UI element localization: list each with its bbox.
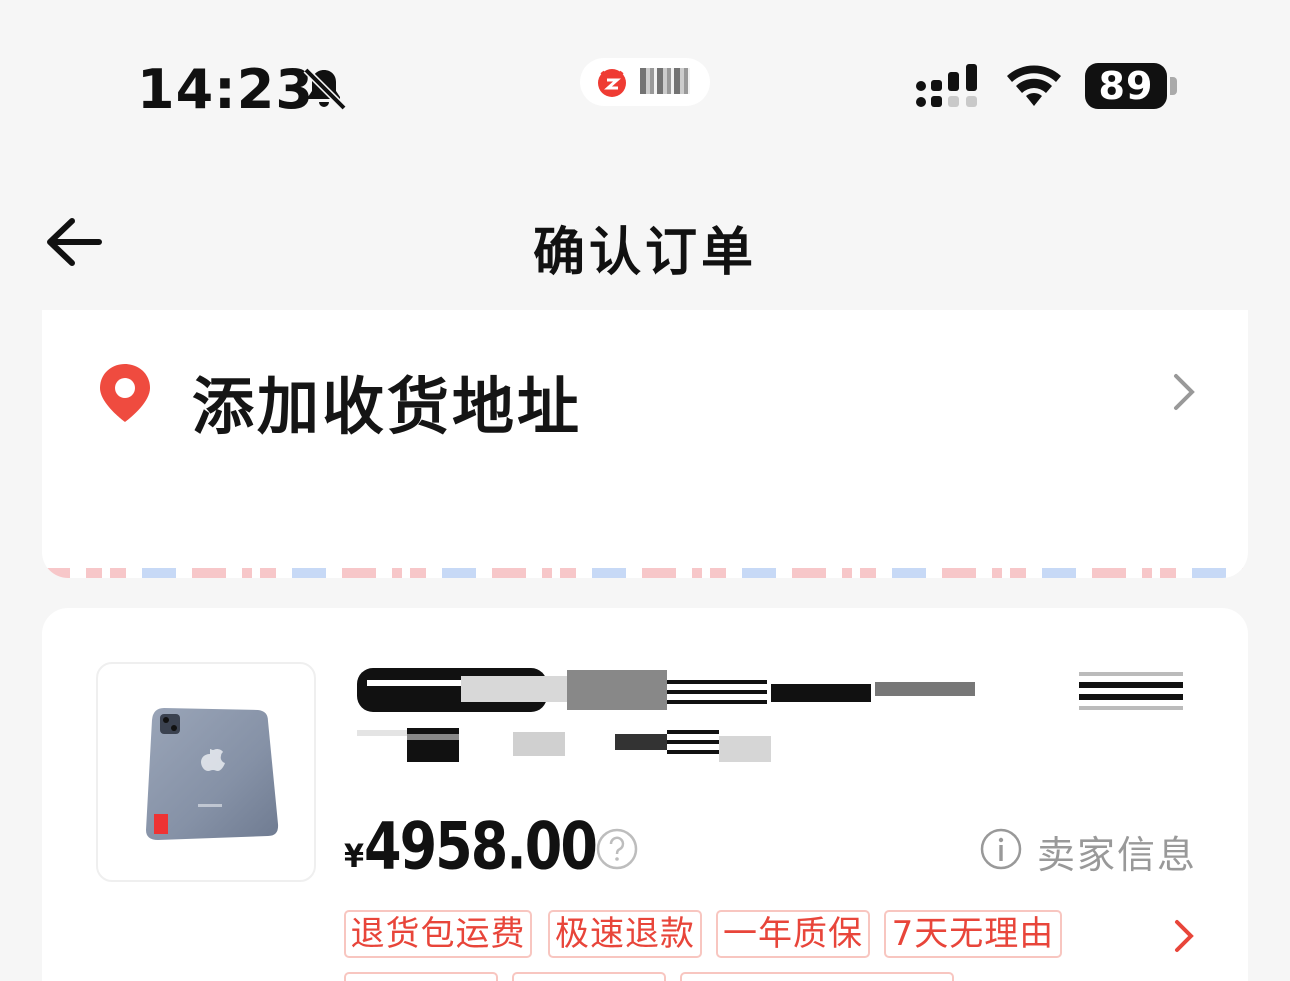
price-amount: 4958.00 [364,809,598,885]
redacted-product-title [357,668,1183,762]
status-bar: 14:23 89 [0,0,1290,160]
product-image[interactable] [96,662,316,882]
product-price: ¥4958.00 [344,809,598,885]
info-circle-icon [980,828,1022,870]
tablet-image [146,708,279,840]
page-title: 确认订单 [532,223,757,283]
wifi-icon [1007,65,1061,106]
seller-info-link[interactable]: 卖家信息 [1037,824,1197,879]
order-confirm-screen: 14:23 89 确认订单 添加收货地址 ¥4958.00 卖家信息 退货包运费… [0,0,1290,981]
signal-icon [916,64,977,107]
dynamic-island-pill[interactable] [580,58,710,106]
bell-slash-icon [303,67,347,111]
app-icon [598,69,626,97]
tag-row2-item [512,972,666,981]
location-pin-icon [100,364,150,422]
price-currency: ¥ [344,837,365,875]
chevron-right-icon[interactable] [1172,918,1196,954]
battery-icon: 89 [1085,63,1167,109]
chevron-right-icon [1174,374,1195,410]
tag-fast-refund: 极速退款 [548,910,702,958]
tag-seven-day-return: 7天无理由 [884,910,1062,958]
add-address-card[interactable]: 添加收货地址 [42,310,1248,578]
product-card: ¥4958.00 卖家信息 退货包运费 极速退款 一年质保 7天无理由 [42,608,1248,981]
status-time: 14:23 [137,58,314,121]
tag-row2-item [344,972,498,981]
airmail-border [42,568,1248,578]
battery-cap [1170,77,1177,95]
question-circle-icon[interactable] [596,828,638,870]
tag-one-year-warranty: 一年质保 [716,910,870,958]
tag-free-return-shipping: 退货包运费 [344,910,532,958]
add-address-label: 添加收货地址 [192,370,583,443]
redacted-app-label [640,68,690,94]
tag-row2-item [680,972,954,981]
